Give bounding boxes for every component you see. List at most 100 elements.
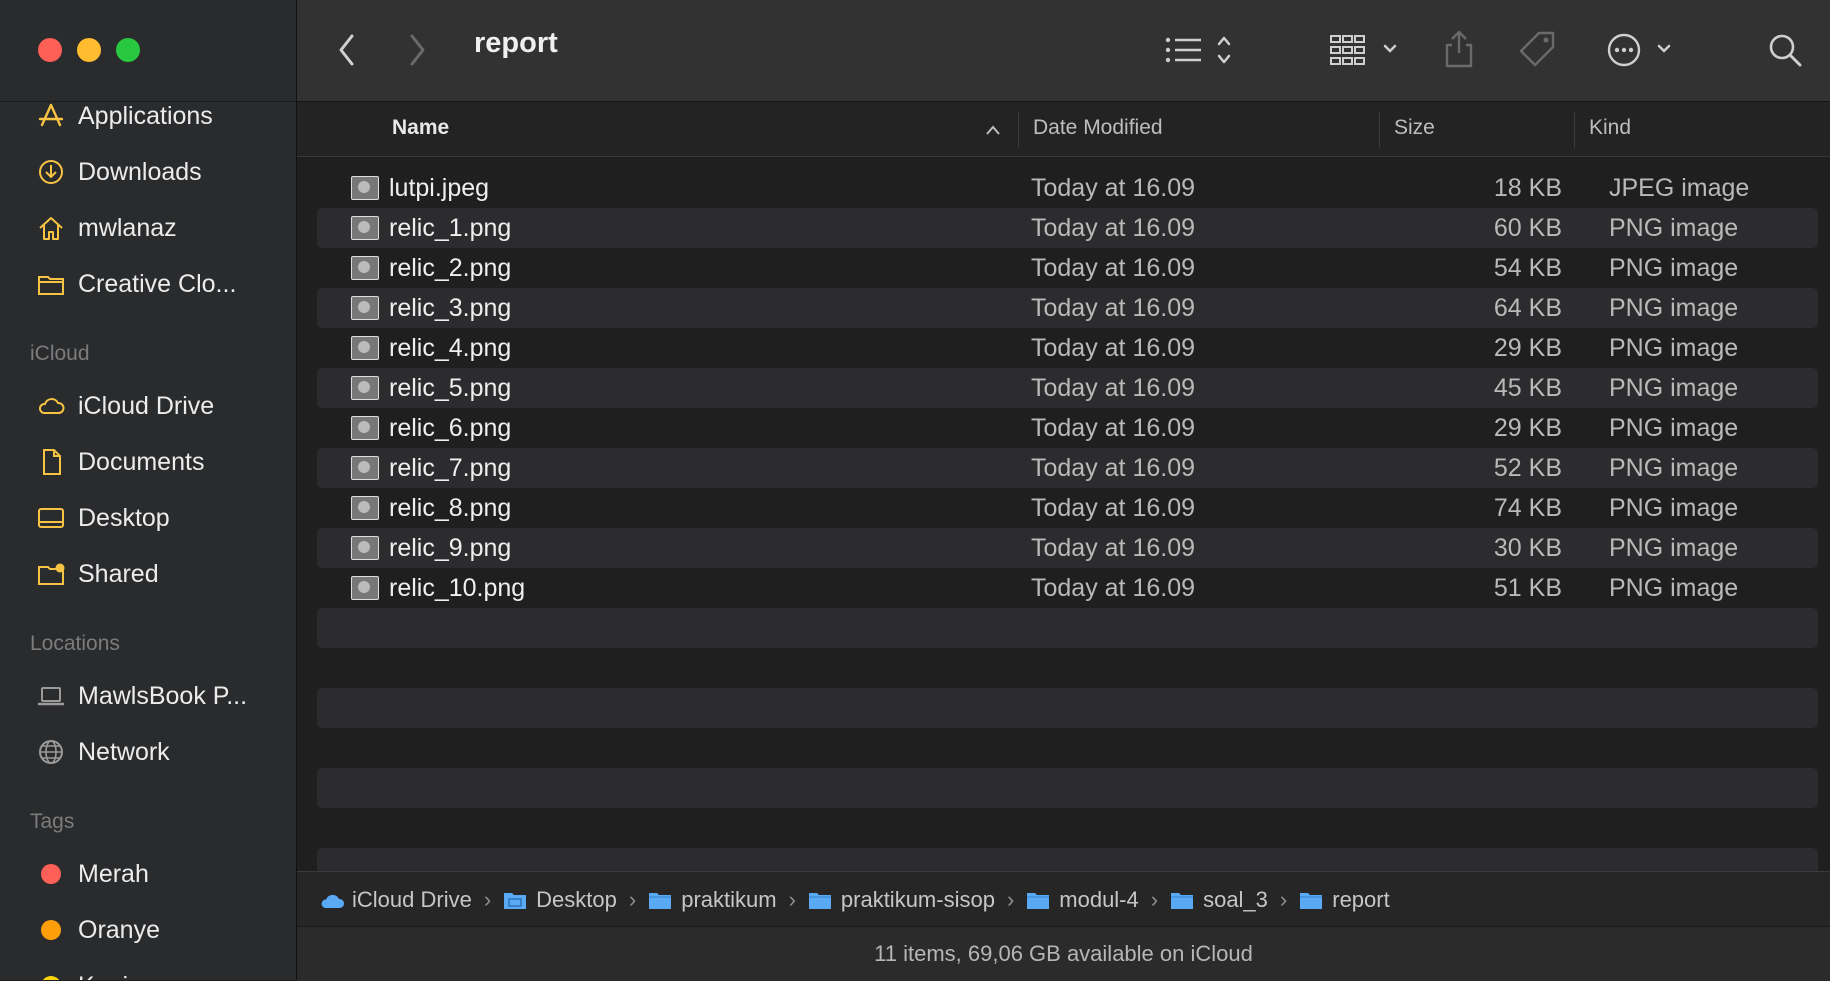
column-divider <box>1574 112 1575 148</box>
sidebar-list: Applications Downloads mwlanaz Creative … <box>0 88 296 980</box>
image-thumbnail-icon <box>351 376 379 400</box>
column-size-header[interactable]: Size <box>1394 116 1435 140</box>
file-size: 51 KB <box>1493 573 1562 602</box>
minimize-window-button[interactable] <box>77 38 101 62</box>
path-item-label: praktikum <box>681 886 777 912</box>
file-name: relic_6.png <box>389 413 512 442</box>
sidebar-item-shared[interactable]: Shared <box>0 546 296 602</box>
home-icon <box>35 212 67 244</box>
sidebar-item-label: Downloads <box>78 157 202 186</box>
table-row[interactable]: relic_1.png Today at 16.09 60 KB PNG ima… <box>317 208 1818 248</box>
sidebar-item-label: MawlsBook P... <box>78 681 248 710</box>
tag-icon <box>1519 31 1555 67</box>
action-menu-button[interactable] <box>1605 28 1677 72</box>
path-separator: › <box>1150 886 1159 912</box>
sidebar-item-label: Shared <box>78 559 159 588</box>
file-kind: PNG image <box>1609 293 1739 322</box>
sidebar-item-documents[interactable]: Documents <box>0 434 296 490</box>
column-header: Name Date Modified Size Kind <box>297 102 1830 157</box>
file-kind: PNG image <box>1609 533 1739 562</box>
column-date-header[interactable]: Date Modified <box>1033 116 1163 140</box>
tag-button[interactable] <box>1515 26 1559 72</box>
sidebar-item-tag-oranye[interactable]: Oranye <box>0 902 296 958</box>
sidebar-item-home[interactable]: mwlanaz <box>0 200 296 256</box>
sidebar-item-applications[interactable]: Applications <box>0 88 296 144</box>
table-row[interactable]: relic_4.png Today at 16.09 29 KB PNG ima… <box>317 328 1818 368</box>
sidebar-item-desktop[interactable]: Desktop <box>0 490 296 546</box>
folder-icon <box>1170 889 1196 911</box>
path-item-soal-3[interactable]: soal_3 › <box>1170 887 1299 913</box>
document-icon <box>35 446 67 478</box>
image-thumbnail-icon <box>351 176 379 200</box>
path-separator: › <box>1279 886 1288 912</box>
sidebar-item-label: mwlanaz <box>78 213 177 242</box>
path-separator: › <box>788 886 796 912</box>
table-row[interactable]: relic_7.png Today at 16.09 52 KB PNG ima… <box>317 448 1818 488</box>
table-row[interactable]: relic_8.png Today at 16.09 74 KB PNG ima… <box>317 488 1818 528</box>
folder-icon <box>35 268 67 300</box>
path-item-desktop[interactable]: Desktop › <box>503 887 648 913</box>
path-item-label: soal_3 <box>1203 886 1268 912</box>
column-name-header[interactable]: Name <box>392 116 449 140</box>
path-item-label: Desktop <box>536 886 617 912</box>
sidebar-item-downloads[interactable]: Downloads <box>0 144 296 200</box>
table-row[interactable]: lutpi.jpeg Today at 16.09 18 KB JPEG ima… <box>317 168 1818 208</box>
sidebar-item-creative-cloud[interactable]: Creative Clo... <box>0 256 296 312</box>
table-row[interactable]: relic_9.png Today at 16.09 30 KB PNG ima… <box>317 528 1818 568</box>
image-thumbnail-icon <box>351 416 379 440</box>
sidebar-item-tag-merah[interactable]: Merah <box>0 846 296 902</box>
share-button[interactable] <box>1439 26 1479 72</box>
sidebar-item-label: Network <box>78 737 170 766</box>
sidebar-item-label: Applications <box>78 101 213 130</box>
folder-icon <box>808 889 834 911</box>
table-row[interactable]: relic_3.png Today at 16.09 64 KB PNG ima… <box>317 288 1818 328</box>
view-options-button[interactable] <box>1163 28 1241 72</box>
column-kind-header[interactable]: Kind <box>1589 116 1631 140</box>
image-thumbnail-icon <box>351 456 379 480</box>
file-name: lutpi.jpeg <box>389 173 490 202</box>
file-kind: PNG image <box>1609 253 1739 282</box>
cloud-icon <box>35 390 67 422</box>
sidebar-item-macbook[interactable]: MawlsBook P... <box>0 668 296 724</box>
image-thumbnail-icon <box>351 496 379 520</box>
path-item-report[interactable]: report <box>1299 887 1390 913</box>
path-bar: iCloud Drive › Desktop › praktikum › pra… <box>297 871 1830 927</box>
empty-row <box>317 768 1818 808</box>
file-kind: PNG image <box>1609 373 1739 402</box>
file-size: 30 KB <box>1493 533 1562 562</box>
file-kind: PNG image <box>1609 453 1739 482</box>
table-row[interactable]: relic_10.png Today at 16.09 51 KB PNG im… <box>317 568 1818 608</box>
sort-ascending-icon <box>981 118 1005 142</box>
search-button[interactable] <box>1763 28 1807 72</box>
back-button[interactable] <box>327 28 367 72</box>
zoom-window-button[interactable] <box>116 38 140 62</box>
table-row[interactable]: relic_2.png Today at 16.09 54 KB PNG ima… <box>317 248 1818 288</box>
grid-group-icon <box>1330 35 1397 65</box>
sidebar-item-icloud-drive[interactable]: iCloud Drive <box>0 378 296 434</box>
path-item-label: iCloud Drive <box>352 886 472 912</box>
path-item-praktikum[interactable]: praktikum › <box>648 887 808 913</box>
file-size: 54 KB <box>1493 253 1562 282</box>
close-window-button[interactable] <box>38 38 62 62</box>
forward-button[interactable] <box>397 28 437 72</box>
tag-color-dot <box>35 970 67 980</box>
shared-folder-icon <box>35 558 67 590</box>
path-item-modul-4[interactable]: modul-4 › <box>1026 887 1170 913</box>
folder-icon <box>1299 889 1325 911</box>
path-item-icloud-drive[interactable]: iCloud Drive › <box>319 887 503 913</box>
file-size: 29 KB <box>1493 333 1562 362</box>
sidebar-item-network[interactable]: Network <box>0 724 296 780</box>
group-button[interactable] <box>1329 28 1403 72</box>
chevron-right-icon <box>410 34 425 66</box>
table-row[interactable]: relic_5.png Today at 16.09 45 KB PNG ima… <box>317 368 1818 408</box>
table-row[interactable]: relic_6.png Today at 16.09 29 KB PNG ima… <box>317 408 1818 448</box>
file-kind: PNG image <box>1609 333 1739 362</box>
file-name: relic_7.png <box>389 453 512 482</box>
search-icon <box>1769 34 1802 67</box>
sidebar-item-tag-kuning[interactable]: Kuning <box>0 958 296 980</box>
file-size: 74 KB <box>1493 493 1562 522</box>
file-date: Today at 16.09 <box>1031 533 1196 562</box>
download-icon <box>35 156 67 188</box>
path-separator: › <box>483 886 492 912</box>
path-item-praktikum-sisop[interactable]: praktikum-sisop › <box>808 887 1026 913</box>
